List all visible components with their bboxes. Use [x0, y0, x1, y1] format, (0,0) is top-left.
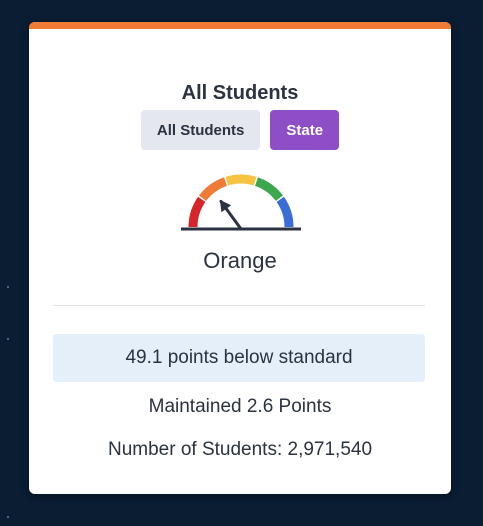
all-students-tag[interactable]: All Students [140, 110, 261, 150]
gauge-needle-head [219, 199, 232, 213]
student-count-text: Number of Students: 2,971,540 [107, 439, 373, 460]
background-dot [7, 338, 9, 340]
divider [53, 305, 425, 306]
gauge-segment [225, 174, 257, 186]
card-title: All Students [181, 82, 299, 104]
status-text: 49.1 points below standard [125, 347, 353, 368]
background-dot [7, 286, 9, 288]
status-box: 49.1 points below standard [53, 334, 425, 382]
performance-card: All Students All Students State Orange 4… [29, 22, 451, 494]
filter-tags: All Students State [29, 110, 451, 150]
performance-gauge-icon [179, 172, 303, 234]
gauge-segment [276, 196, 294, 228]
card-accent-bar [29, 22, 451, 29]
gauge-segment [254, 177, 284, 202]
performance-level-label: Orange [203, 248, 277, 273]
gauge-segment [188, 196, 206, 228]
gauge-segments [188, 174, 294, 228]
gauge-segment [198, 177, 228, 202]
state-tag[interactable]: State [270, 110, 340, 150]
background-dot [7, 516, 9, 518]
change-text: Maintained 2.6 Points [148, 396, 332, 417]
